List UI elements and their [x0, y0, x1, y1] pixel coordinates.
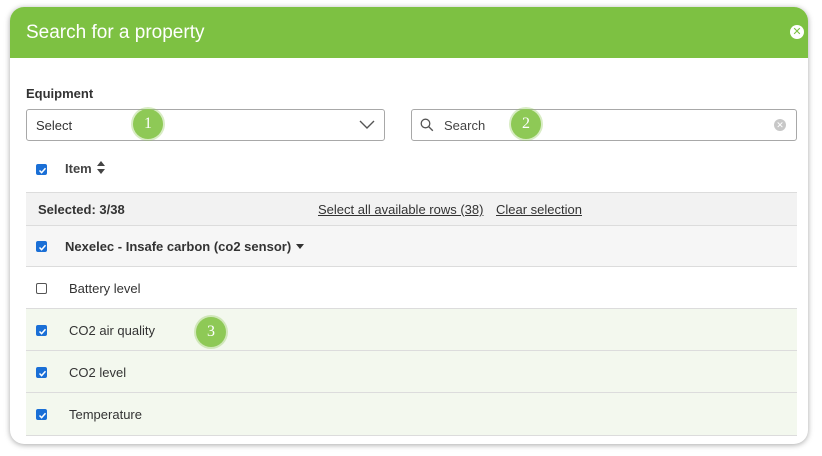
annotation-marker-1: 1 — [133, 109, 163, 139]
selected-count: Selected: 3/38 — [38, 202, 125, 217]
row-label: Temperature — [69, 407, 142, 422]
chevron-down-icon — [359, 120, 375, 129]
clear-selection-link[interactable]: Clear selection — [496, 202, 582, 217]
group-checkbox[interactable] — [36, 241, 47, 252]
select-all-checkbox[interactable] — [36, 164, 47, 175]
equipment-label: Equipment — [26, 86, 94, 101]
caret-down-icon[interactable] — [295, 243, 305, 250]
search-input[interactable] — [444, 115, 744, 135]
row-label: CO2 level — [69, 365, 127, 380]
close-icon[interactable]: ✕ — [790, 25, 804, 39]
table-row[interactable] — [26, 266, 797, 309]
modal-title: Search for a property — [26, 22, 205, 43]
annotation-marker-3: 3 — [196, 317, 226, 347]
group-label: Nexelec - Insafe carbon (co2 sensor) — [65, 239, 292, 254]
annotation-marker-2: 2 — [511, 109, 541, 139]
row-checkbox[interactable] — [36, 283, 47, 294]
row-checkbox[interactable] — [36, 409, 47, 420]
column-header-item[interactable]: Item — [65, 161, 92, 176]
equipment-select-value: Select — [36, 118, 73, 133]
search-icon — [420, 118, 434, 132]
row-checkbox[interactable] — [36, 367, 47, 378]
row-checkbox[interactable] — [36, 325, 47, 336]
search-field[interactable]: ✕ — [411, 109, 797, 141]
equipment-select[interactable]: Select — [26, 109, 385, 141]
sort-icon[interactable] — [96, 160, 106, 175]
modal-header: Search for a property ✕ — [10, 7, 808, 58]
row-label: CO2 air quality — [69, 323, 155, 338]
clear-search-icon[interactable]: ✕ — [774, 119, 786, 131]
select-all-rows-link[interactable]: Select all available rows (38) — [318, 202, 483, 217]
table-row[interactable] — [26, 350, 797, 393]
row-label: Battery level — [69, 281, 141, 296]
search-property-modal: Search for a property ✕ Equipment Select… — [10, 7, 808, 444]
